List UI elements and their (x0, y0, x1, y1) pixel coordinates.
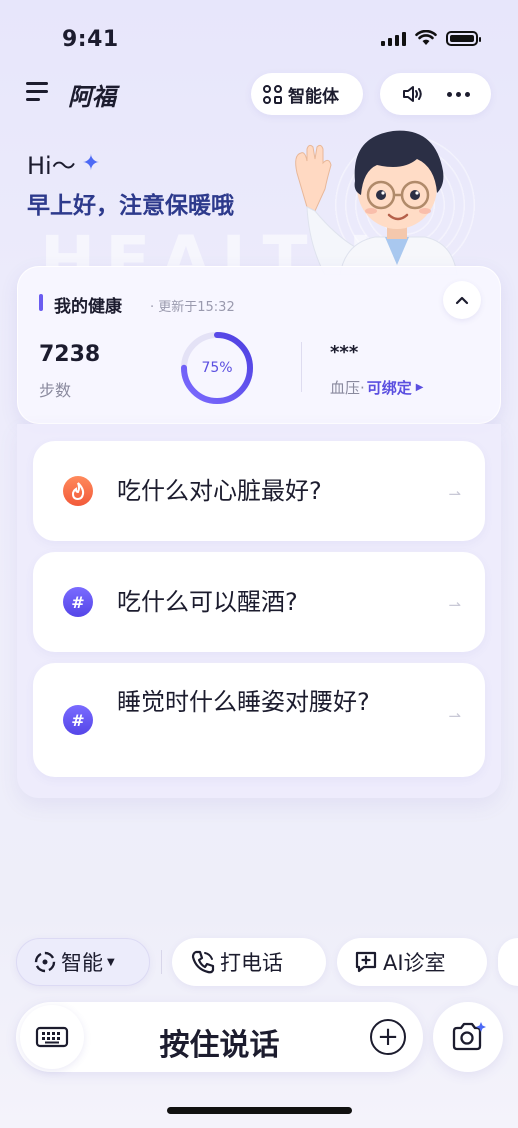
home-indicator (167, 1107, 352, 1114)
assistant-avatar (295, 130, 458, 275)
blood-pressure-text: 血压· (330, 379, 365, 397)
phone-icon (191, 950, 215, 974)
smart-mode-icon (34, 951, 56, 973)
hold-to-talk-label: 按住说话 (159, 1028, 280, 1063)
status-icons (381, 30, 481, 46)
hashtag-icon: # (63, 587, 93, 617)
sparkle-icon: ✦ (81, 151, 101, 176)
quick-actions-divider (161, 950, 162, 974)
flame-icon (63, 476, 93, 506)
suggested-question[interactable]: # 睡觉时什么睡姿对腰好? ⇀ (33, 663, 485, 777)
blood-pressure-label: 血压· 可绑定 ▶ (330, 377, 424, 398)
menu-icon[interactable] (26, 82, 48, 102)
voice-input-bar[interactable]: 按住说话 + (16, 1002, 423, 1072)
greeting-hi: Hi～ ✦ (27, 146, 100, 181)
bind-device-link[interactable]: 可绑定 (367, 377, 412, 398)
hashtag-icon: # (63, 705, 93, 735)
chevron-up-icon (455, 296, 469, 305)
ai-clinic-button[interactable]: AI诊室 (337, 938, 487, 986)
top-nav: 阿福 智能体 (0, 72, 518, 116)
question-text: 睡觉时什么睡姿对腰好? (117, 688, 370, 716)
question-text: 吃什么对心脏最好? (117, 477, 322, 505)
arrow-right-icon: ⇀ (448, 485, 461, 503)
nav-controls (380, 73, 491, 115)
camera-icon (452, 1022, 486, 1051)
status-bar: 9:41 (0, 0, 518, 80)
caret-right-icon: ▶ (415, 382, 424, 393)
greeting-hi-text: Hi～ (27, 152, 76, 180)
health-title: 我的健康 (54, 297, 122, 317)
ai-clinic-label: AI诊室 (383, 951, 446, 975)
health-card[interactable]: 我的健康 · 更新于15:32 7238 步数 75% *** 血压· 可绑定 … (17, 266, 501, 424)
steps-progress-label: 75% (201, 360, 233, 376)
health-updated-time: · 更新于15:32 (150, 300, 235, 315)
health-divider (301, 342, 302, 392)
steps-label: 步数 (39, 381, 72, 400)
speaker-icon[interactable] (402, 85, 424, 103)
cellular-signal-icon (381, 31, 406, 46)
call-button[interactable]: 打电话 (172, 938, 326, 986)
battery-icon (446, 30, 481, 46)
arrow-right-icon: ⇀ (448, 596, 461, 614)
status-time: 9:41 (62, 27, 119, 52)
greeting-message: 早上好，注意保暖哦 (27, 193, 234, 219)
suggested-question[interactable]: # 吃什么可以醒酒? ⇀ (33, 552, 485, 652)
caret-down-icon: ▼ (107, 956, 115, 968)
wifi-icon (415, 30, 437, 45)
more-quick-actions[interactable] (498, 938, 518, 986)
steps-value: 7238 (39, 342, 101, 367)
suggested-question[interactable]: 吃什么对心脏最好? ⇀ (33, 441, 485, 541)
app-title: 阿福 (68, 83, 116, 111)
collapse-button[interactable] (443, 281, 481, 319)
call-label: 打电话 (220, 951, 283, 975)
arrow-right-icon: ⇀ (448, 707, 461, 725)
blood-pressure-value: *** (330, 342, 359, 363)
agent-icon (263, 84, 282, 104)
smart-mode-label: 智能 (61, 951, 103, 975)
add-icon[interactable]: + (370, 1019, 406, 1055)
clinic-chat-icon (355, 951, 377, 973)
agent-label: 智能体 (288, 86, 339, 107)
more-icon[interactable] (446, 91, 470, 97)
camera-button[interactable] (433, 1002, 503, 1072)
smart-mode-button[interactable]: 智能 ▼ (16, 938, 150, 986)
agent-button[interactable]: 智能体 (251, 73, 363, 115)
question-text: 吃什么可以醒酒? (117, 588, 298, 616)
health-title-accent (39, 294, 43, 311)
